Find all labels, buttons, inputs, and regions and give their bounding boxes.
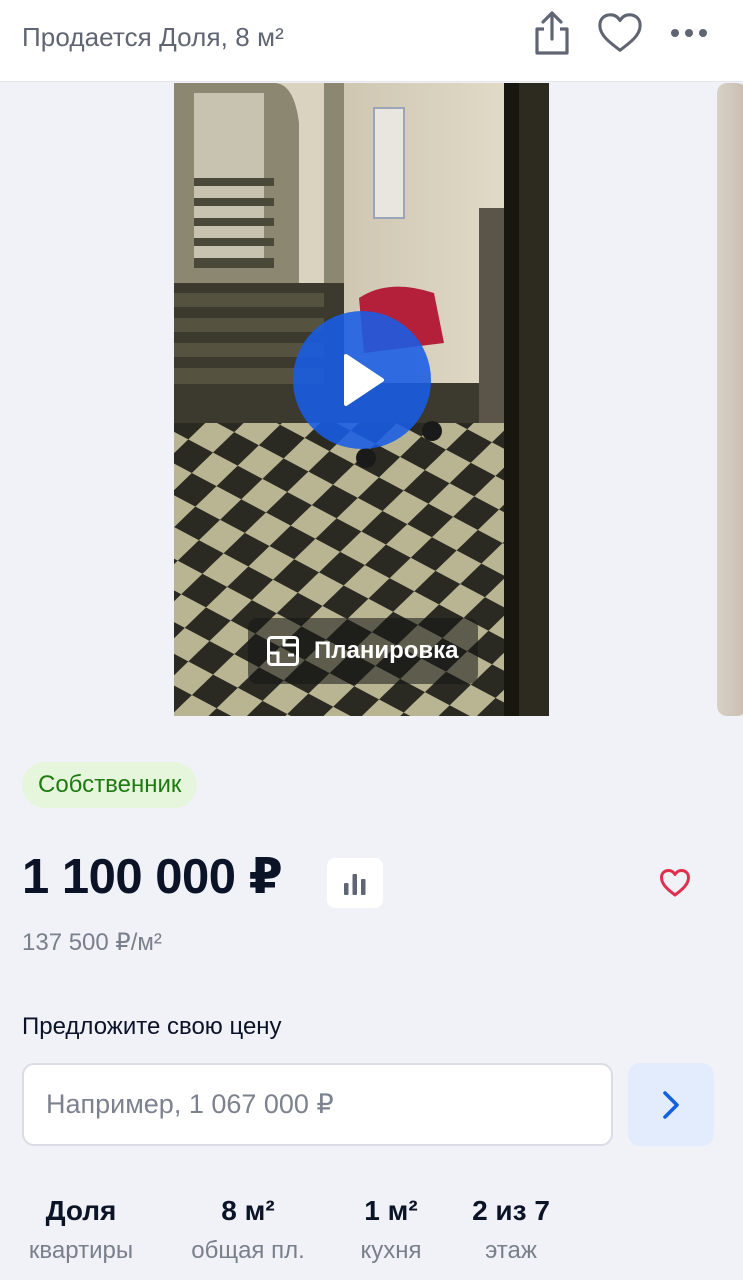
floor-plan-label: Планировка bbox=[314, 637, 459, 664]
offer-price-input[interactable] bbox=[22, 1063, 613, 1146]
price-favorite-button[interactable] bbox=[650, 858, 700, 908]
fact-value: 2 из 7 bbox=[472, 1195, 550, 1226]
fact-total-area: 8 м² общая пл. bbox=[184, 1195, 312, 1265]
gallery-photo[interactable]: Планировка bbox=[174, 83, 549, 716]
photo-gallery[interactable]: Планировка bbox=[0, 83, 743, 723]
favorite-button[interactable] bbox=[597, 8, 643, 58]
fact-label: этаж bbox=[485, 1237, 537, 1264]
fact-label: общая пл. bbox=[191, 1237, 305, 1264]
fact-value: 8 м² bbox=[221, 1195, 275, 1226]
bar-chart-icon bbox=[344, 874, 366, 895]
play-icon bbox=[344, 354, 384, 406]
play-video-button[interactable] bbox=[293, 311, 431, 449]
share-button[interactable] bbox=[529, 8, 575, 58]
share-icon bbox=[535, 11, 569, 55]
fact-label: кухня bbox=[360, 1237, 422, 1264]
fact-value: 1 м² bbox=[364, 1195, 418, 1226]
heart-outline-icon bbox=[660, 869, 690, 897]
page-title: Продается Доля, 8 м² bbox=[22, 22, 284, 52]
top-bar: Продается Доля, 8 м² bbox=[0, 0, 743, 82]
price-value: 1 100 000 ₽ bbox=[22, 850, 283, 904]
chevron-right-icon bbox=[663, 1090, 679, 1119]
next-photo-preview[interactable] bbox=[717, 83, 743, 716]
more-horizontal-icon bbox=[671, 29, 707, 37]
offer-submit-button[interactable] bbox=[628, 1063, 714, 1146]
key-facts: Доля квартиры 8 м² общая пл. 1 м² кухня … bbox=[0, 1195, 743, 1280]
fact-kitchen-area: 1 м² кухня bbox=[350, 1195, 432, 1265]
price-per-meter: 137 500 ₽/м² bbox=[22, 929, 162, 956]
fact-floor: 2 из 7 этаж bbox=[466, 1195, 556, 1265]
fact-share: Доля квартиры bbox=[22, 1195, 140, 1265]
more-button[interactable] bbox=[666, 8, 712, 58]
owner-badge: Собственник bbox=[22, 762, 198, 808]
fact-value: Доля bbox=[45, 1195, 117, 1226]
heart-outline-icon bbox=[598, 13, 642, 52]
offer-price-label: Предложите свою цену bbox=[22, 1013, 282, 1040]
price-history-button[interactable] bbox=[327, 858, 383, 908]
floor-plan-button[interactable]: Планировка bbox=[248, 618, 478, 684]
floor-plan-icon bbox=[267, 636, 299, 666]
fact-label: квартиры bbox=[28, 1237, 134, 1264]
